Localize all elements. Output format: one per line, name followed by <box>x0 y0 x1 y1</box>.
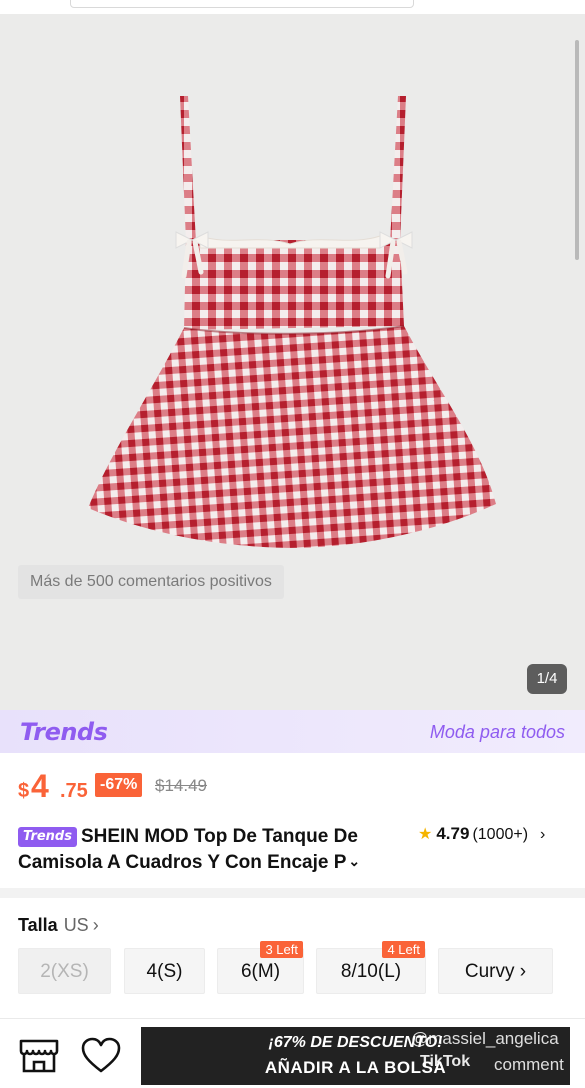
top-strip <box>0 0 585 14</box>
scrollbar[interactable] <box>575 40 579 260</box>
trends-tag: Trends <box>18 827 77 847</box>
star-icon: ★ <box>418 826 433 843</box>
size-option-xs[interactable]: 2(XS) <box>18 948 111 994</box>
size-option-label: 8/10(L) <box>340 961 402 982</box>
product-gallery[interactable]: Más de 500 comentarios positivos 1/4 <box>0 14 585 710</box>
title-text-2: Camisola A Cuadros Y Con Encaje P <box>18 852 347 873</box>
size-option-curvy[interactable]: Curvy › <box>438 948 553 994</box>
trends-tagline: Moda para todos <box>429 722 565 742</box>
price-decimal: .75 <box>60 780 88 802</box>
original-price: $14.49 <box>155 776 207 795</box>
size-option-s[interactable]: 4(S) <box>124 948 205 994</box>
price-integer: 4 <box>31 768 49 804</box>
product-title-line-1: Trends SHEIN MOD Top De Tanque De <box>18 824 410 849</box>
size-option-label: 2(XS) <box>40 961 89 982</box>
watermark-username: @massiel_angelica <box>411 1029 559 1048</box>
size-options: 2(XS) 4(S) 6(M) 3 Left 8/10(L) 4 Left Cu… <box>0 941 585 996</box>
section-divider <box>0 888 585 898</box>
size-option-label: 6(M) <box>240 961 281 982</box>
image-page-counter: 1/4 <box>527 664 567 694</box>
trends-banner[interactable]: Trends Moda para todos <box>0 710 585 753</box>
discount-badge: -67% <box>95 773 143 797</box>
heart-icon[interactable] <box>80 1037 122 1075</box>
chevron-right-icon: › <box>519 961 527 982</box>
size-option-l[interactable]: 8/10(L) 4 Left <box>316 941 426 994</box>
stock-badge: 4 Left <box>382 941 425 958</box>
rating-count: (1000+) <box>472 826 529 843</box>
positive-reviews-badge: Más de 500 comentarios positivos <box>18 565 284 599</box>
rating-score: 4.79 <box>436 824 470 843</box>
size-unit: US <box>63 915 89 935</box>
size-option-m[interactable]: 6(M) 3 Left <box>217 941 304 994</box>
product-image <box>88 96 496 548</box>
store-icon[interactable] <box>18 1037 60 1075</box>
search-bar[interactable] <box>70 0 414 8</box>
rating-summary[interactable]: ★ 4.79 (1000+) › <box>418 824 545 844</box>
size-option-label: Curvy <box>464 961 515 982</box>
title-text-1: SHEIN MOD Top De Tanque De <box>80 826 358 847</box>
size-label: Talla <box>18 915 58 935</box>
price-currency: $ <box>18 780 30 802</box>
chevron-down-icon[interactable]: ⌄ <box>348 849 360 874</box>
product-title[interactable]: Trends SHEIN MOD Top De Tanque De Camisol… <box>18 824 410 875</box>
stock-badge: 3 Left <box>260 941 303 958</box>
watermark-comment: comment <box>494 1055 564 1074</box>
chevron-right-icon: › <box>540 826 546 843</box>
product-title-line-2: Camisola A Cuadros Y Con Encaje P ⌄ <box>18 849 410 875</box>
chevron-right-icon: › <box>92 915 99 935</box>
trends-logo: Trends <box>20 718 108 746</box>
size-option-label: 4(S) <box>146 961 183 982</box>
watermark-brand: TikTok <box>420 1053 471 1070</box>
size-header[interactable]: Talla US › <box>18 915 99 936</box>
